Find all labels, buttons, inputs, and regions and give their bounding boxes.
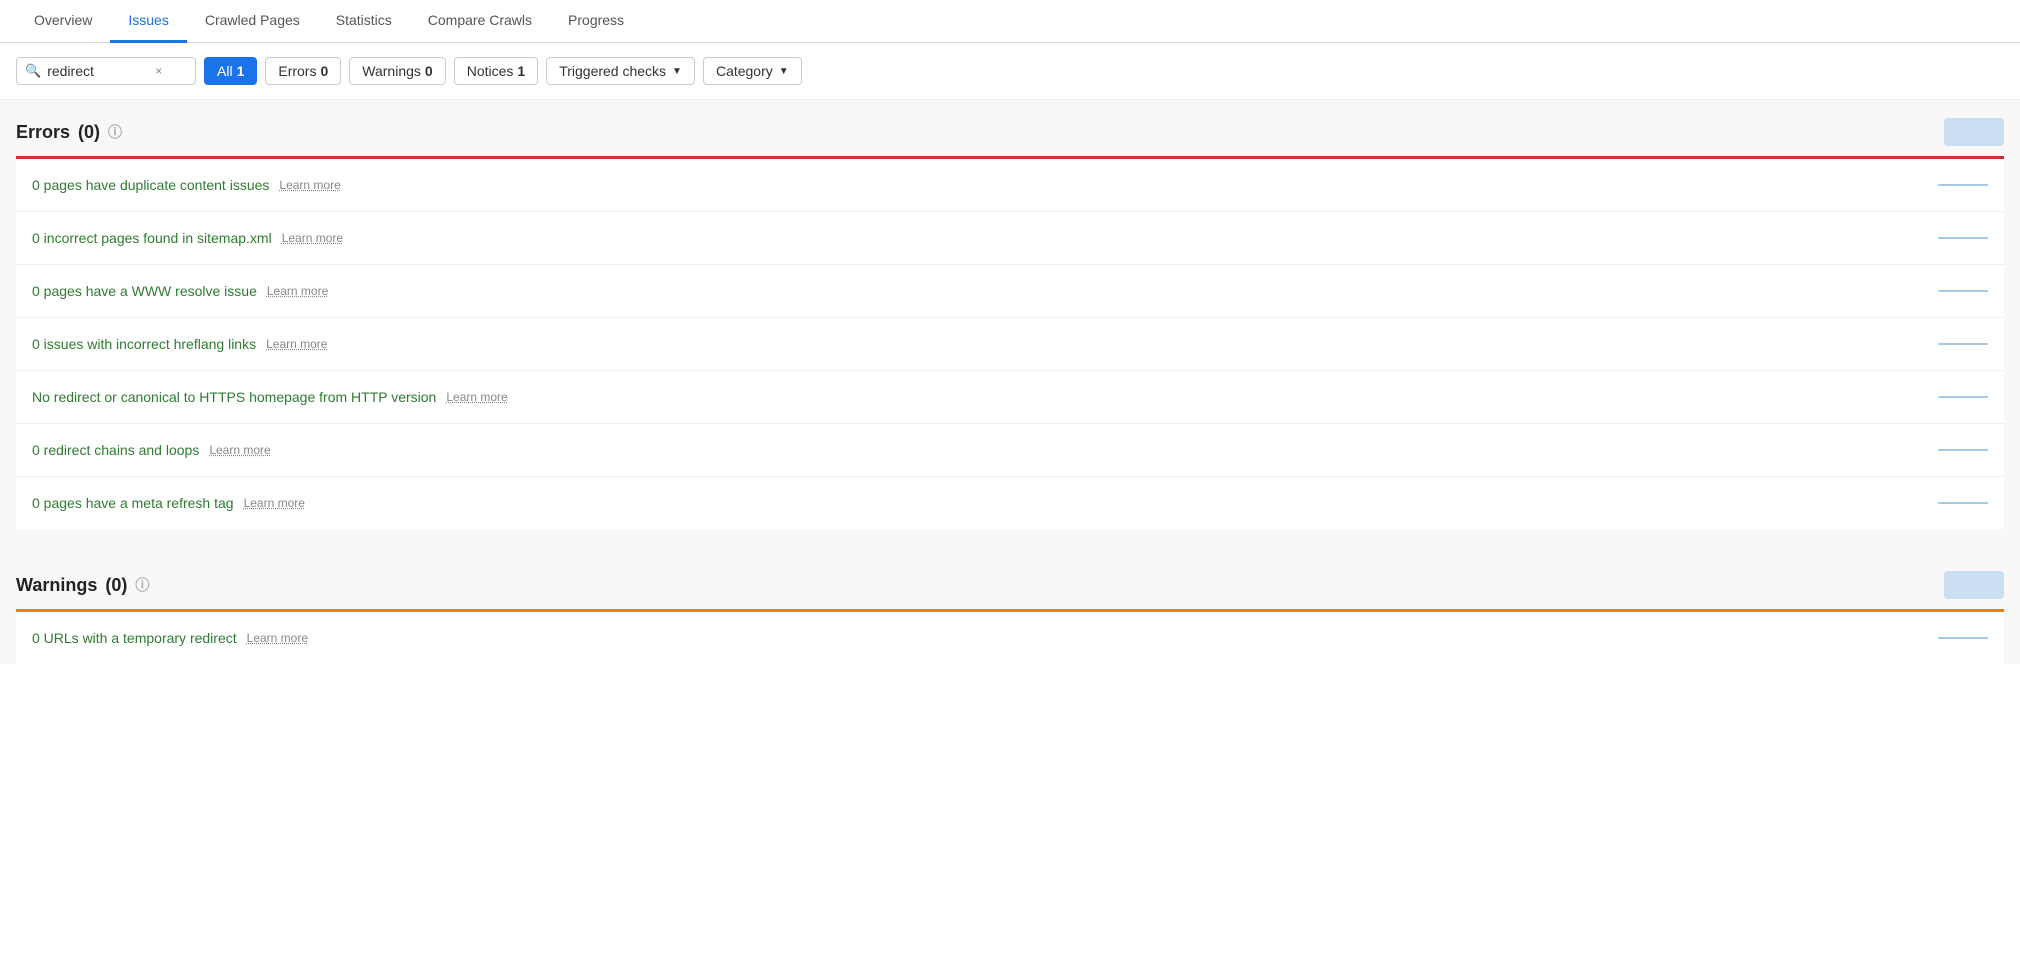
tab-progress[interactable]: Progress — [550, 0, 642, 43]
filter-warnings-label: Warnings — [362, 63, 421, 79]
filter-notices-button[interactable]: Notices 1 — [454, 57, 538, 85]
issue-left: 0 pages have a meta refresh tag Learn mo… — [32, 495, 1908, 511]
learn-more-link[interactable]: Learn more — [244, 496, 305, 510]
issue-text: 0 URLs with a temporary redirect — [32, 630, 237, 646]
issue-right — [1908, 343, 1988, 345]
filter-warnings-count: 0 — [425, 63, 433, 79]
errors-count: (0) — [78, 122, 100, 143]
table-row: 0 pages have a meta refresh tag Learn mo… — [16, 477, 2004, 529]
errors-issues-list: 0 pages have duplicate content issues Le… — [16, 159, 2004, 529]
search-box: 🔍 × — [16, 57, 196, 85]
issue-right — [1908, 237, 1988, 239]
table-row: 0 issues with incorrect hreflang links L… — [16, 318, 2004, 371]
search-icon: 🔍 — [25, 63, 41, 79]
filter-all-button[interactable]: All 1 — [204, 57, 257, 85]
triggered-checks-label: Triggered checks — [559, 63, 666, 79]
triggered-checks-chevron-icon: ▼ — [672, 66, 682, 77]
tab-statistics[interactable]: Statistics — [318, 0, 410, 43]
issue-text: 0 pages have a meta refresh tag — [32, 495, 234, 511]
issue-text: 0 pages have a WWW resolve issue — [32, 283, 257, 299]
learn-more-link[interactable]: Learn more — [279, 178, 340, 192]
learn-more-link[interactable]: Learn more — [266, 337, 327, 351]
table-row: 0 pages have duplicate content issues Le… — [16, 159, 2004, 212]
learn-more-link[interactable]: Learn more — [247, 631, 308, 645]
search-input[interactable] — [47, 63, 147, 79]
main-content: Errors (0) ⓘ 0 pages have duplicate cont… — [0, 100, 2020, 664]
errors-title-text: Errors — [16, 122, 70, 143]
table-row: 0 incorrect pages found in sitemap.xml L… — [16, 212, 2004, 265]
warnings-export-button[interactable] — [1944, 571, 2004, 599]
filter-notices-count: 1 — [517, 63, 525, 79]
tab-compare-crawls[interactable]: Compare Crawls — [410, 0, 550, 43]
issue-bar — [1938, 237, 1988, 239]
table-row: 0 redirect chains and loops Learn more — [16, 424, 2004, 477]
learn-more-link[interactable]: Learn more — [446, 390, 507, 404]
errors-info-icon[interactable]: ⓘ — [108, 122, 122, 142]
warnings-info-icon[interactable]: ⓘ — [135, 575, 149, 595]
filter-all-count: 1 — [237, 63, 245, 79]
category-chevron-icon: ▼ — [779, 66, 789, 77]
issue-left: 0 redirect chains and loops Learn more — [32, 442, 1908, 458]
learn-more-link[interactable]: Learn more — [267, 284, 328, 298]
issue-text: No redirect or canonical to HTTPS homepa… — [32, 389, 436, 405]
warnings-count: (0) — [105, 575, 127, 596]
triggered-checks-button[interactable]: Triggered checks ▼ — [546, 57, 695, 85]
warnings-issues-list: 0 URLs with a temporary redirect Learn m… — [16, 612, 2004, 664]
table-row: 0 URLs with a temporary redirect Learn m… — [16, 612, 2004, 664]
issue-bar — [1938, 290, 1988, 292]
warnings-section: Warnings (0) ⓘ 0 URLs with a temporary r… — [16, 553, 2004, 664]
issue-right — [1908, 449, 1988, 451]
issue-bar — [1938, 184, 1988, 186]
filter-errors-button[interactable]: Errors 0 — [265, 57, 341, 85]
issue-left: 0 issues with incorrect hreflang links L… — [32, 336, 1908, 352]
issue-text: 0 redirect chains and loops — [32, 442, 199, 458]
table-row: No redirect or canonical to HTTPS homepa… — [16, 371, 2004, 424]
tabs-bar: Overview Issues Crawled Pages Statistics… — [0, 0, 2020, 43]
filter-all-label: All — [217, 63, 233, 79]
tab-crawled-pages[interactable]: Crawled Pages — [187, 0, 318, 43]
learn-more-link[interactable]: Learn more — [209, 443, 270, 457]
issue-left: 0 pages have a WWW resolve issue Learn m… — [32, 283, 1908, 299]
warnings-title: Warnings (0) ⓘ — [16, 575, 149, 596]
issue-right — [1908, 396, 1988, 398]
clear-search-button[interactable]: × — [153, 64, 164, 78]
errors-section-header: Errors (0) ⓘ — [16, 100, 2004, 156]
tab-overview[interactable]: Overview — [16, 0, 110, 43]
issue-bar — [1938, 637, 1988, 639]
filter-notices-label: Notices — [467, 63, 514, 79]
filter-errors-label: Errors — [278, 63, 316, 79]
issue-text: 0 pages have duplicate content issues — [32, 177, 269, 193]
warnings-section-header: Warnings (0) ⓘ — [16, 553, 2004, 609]
issue-text: 0 issues with incorrect hreflang links — [32, 336, 256, 352]
issue-text: 0 incorrect pages found in sitemap.xml — [32, 230, 272, 246]
issue-right — [1908, 184, 1988, 186]
filter-bar: 🔍 × All 1 Errors 0 Warnings 0 Notices 1 … — [0, 43, 2020, 100]
issue-right — [1908, 290, 1988, 292]
issue-bar — [1938, 502, 1988, 504]
warnings-title-text: Warnings — [16, 575, 97, 596]
issue-left: 0 pages have duplicate content issues Le… — [32, 177, 1908, 193]
category-label: Category — [716, 63, 773, 79]
issue-left: No redirect or canonical to HTTPS homepa… — [32, 389, 1908, 405]
issue-right — [1908, 502, 1988, 504]
table-row: 0 pages have a WWW resolve issue Learn m… — [16, 265, 2004, 318]
tab-issues[interactable]: Issues — [110, 0, 186, 43]
issue-left: 0 incorrect pages found in sitemap.xml L… — [32, 230, 1908, 246]
issue-bar — [1938, 396, 1988, 398]
errors-title: Errors (0) ⓘ — [16, 122, 122, 143]
learn-more-link[interactable]: Learn more — [282, 231, 343, 245]
issue-right — [1908, 637, 1988, 639]
issue-bar — [1938, 449, 1988, 451]
errors-export-button[interactable] — [1944, 118, 2004, 146]
filter-warnings-button[interactable]: Warnings 0 — [349, 57, 445, 85]
issue-left: 0 URLs with a temporary redirect Learn m… — [32, 630, 1908, 646]
filter-errors-count: 0 — [320, 63, 328, 79]
category-button[interactable]: Category ▼ — [703, 57, 802, 85]
issue-bar — [1938, 343, 1988, 345]
